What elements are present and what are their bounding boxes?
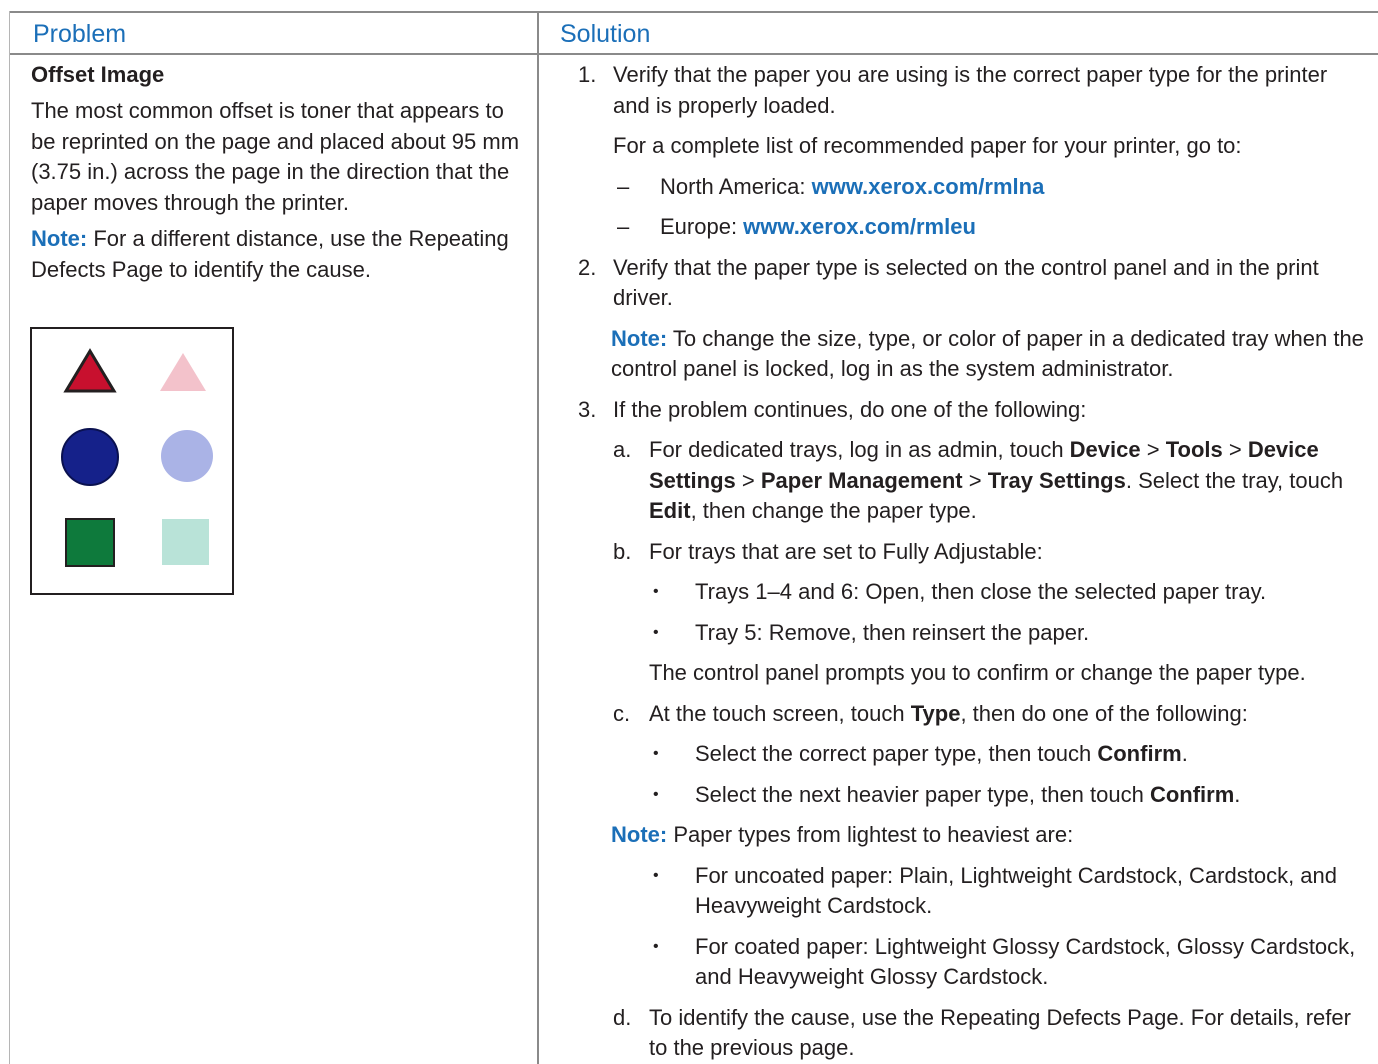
bullet-marker: • — [653, 583, 659, 600]
step-text: Verify that the paper type is selected o… — [613, 254, 1319, 311]
problem-column-header: Problem — [33, 20, 127, 48]
problem-title: Offset Image — [31, 62, 165, 87]
list-item: • For uncoated paper: Plain, Lightweight… — [649, 861, 1368, 922]
substep-marker: d. — [613, 1004, 632, 1030]
step-text: Verify that the paper you are using is t… — [613, 62, 1328, 118]
step-text: If the problem continues, do one of the … — [613, 396, 1087, 422]
substep-text: To identify the cause, use the Repeating… — [649, 1004, 1351, 1061]
list-item: – Europe: www.xerox.com/rmleu — [613, 212, 1368, 243]
edit-command: Edit — [649, 498, 691, 523]
table-left-border — [9, 11, 10, 1064]
north-america-link[interactable]: www.xerox.com/rmlna — [812, 174, 1045, 199]
bullet-marker: • — [653, 745, 659, 762]
table-top-border — [10, 11, 1378, 13]
bullet-text: Trays 1–4 and 6: Open, then close the se… — [695, 579, 1267, 604]
substep-marker: b. — [613, 538, 632, 564]
problem-note: Note: For a different distance, use the … — [31, 224, 531, 285]
triangle-icon — [63, 348, 117, 393]
table-column-divider — [537, 11, 539, 1064]
bullet-text: Select the next heavier paper type, then… — [695, 781, 1150, 807]
menu-path-paper-management: Paper Management — [760, 467, 963, 493]
menu-path-device: Device — [1069, 437, 1141, 462]
substep-text: . Select the tray, touch — [1125, 467, 1344, 493]
substep-text: , then change the paper type. — [690, 498, 977, 523]
table-header-divider — [10, 53, 1378, 55]
bullet-text-end: . — [1234, 781, 1241, 807]
note-label: Note: — [611, 325, 668, 351]
europe-link[interactable]: www.xerox.com/rmleu — [743, 214, 976, 239]
solution-step-1: 1. Verify that the paper you are using i… — [578, 60, 1368, 121]
bullet-text: Select the correct paper type, then touc… — [695, 741, 1098, 766]
region-label: Europe: — [660, 214, 744, 239]
substep-text: For dedicated trays, log in as admin, to… — [649, 437, 1070, 462]
step-number: 1. — [578, 62, 597, 87]
bullet-text: For coated paper: Lightweight Glossy Car… — [695, 933, 1356, 990]
troubleshooting-page: Problem Solution Offset Image The most c… — [0, 0, 1378, 1064]
paper-list-intro: For a complete list of recommended paper… — [613, 133, 1242, 158]
substep-b: b. For trays that are set to Fully Adjus… — [613, 537, 1368, 568]
substep-marker: c. — [613, 700, 631, 726]
bullet-marker: • — [653, 937, 659, 955]
substep-text: For trays that are set to Fully Adjustab… — [649, 538, 1043, 564]
problem-cell: Offset Image The most common offset is t… — [31, 60, 531, 291]
offset-sample-illustration — [30, 327, 234, 595]
substep-text: At the touch screen, touch — [649, 700, 911, 726]
list-item: • Tray 5: Remove, then reinsert the pape… — [649, 618, 1368, 649]
triangle-offset-icon — [160, 353, 206, 391]
step-2-note: Note: To change the size, type, or color… — [611, 324, 1368, 385]
substep-c: c. At the touch screen, touch Type, then… — [613, 699, 1368, 730]
substep-d: d. To identify the cause, use the Repeat… — [613, 1003, 1368, 1064]
solution-step-3: 3. If the problem continues, do one of t… — [578, 395, 1368, 426]
substep-b-followup: The control panel prompts you to confirm… — [649, 660, 1306, 685]
substep-marker: a. — [613, 437, 632, 462]
solution-cell: 1. Verify that the paper you are using i… — [578, 60, 1368, 1064]
dash-marker: – — [617, 173, 630, 199]
path-separator: > — [1222, 437, 1248, 462]
bullet-text: Tray 5: Remove, then reinsert the paper. — [695, 619, 1090, 645]
region-label: North America: — [660, 173, 812, 199]
square-icon — [65, 518, 115, 567]
step-number: 3. — [578, 396, 597, 422]
list-item: – North America: www.xerox.com/rmlna — [613, 172, 1368, 203]
note-label: Note: — [611, 822, 668, 847]
solution-step-2: 2. Verify that the paper type is selecte… — [578, 253, 1368, 314]
substep-text: , then do one of the following: — [960, 700, 1248, 726]
square-offset-icon — [162, 519, 209, 565]
list-item: • Select the next heavier paper type, th… — [649, 780, 1368, 811]
bullet-marker: • — [653, 866, 659, 884]
bullet-marker: • — [653, 785, 659, 803]
circle-offset-icon — [161, 430, 213, 482]
confirm-command: Confirm — [1149, 781, 1235, 807]
note-text: Paper types from lightest to heaviest ar… — [667, 822, 1074, 847]
list-item: • Select the correct paper type, then to… — [649, 739, 1368, 770]
offset-sample-graphic — [61, 348, 213, 567]
note-label: Note: — [31, 226, 88, 251]
problem-description: The most common offset is toner that app… — [31, 98, 520, 215]
paper-weight-note: Note: Paper types from lightest to heavi… — [611, 820, 1368, 851]
bullet-text-end: . — [1181, 741, 1188, 766]
confirm-command: Confirm — [1097, 741, 1182, 766]
path-separator: > — [735, 467, 761, 493]
step-number: 2. — [578, 254, 597, 280]
path-separator: > — [962, 467, 988, 493]
type-command: Type — [910, 700, 961, 726]
substep-a: a. For dedicated trays, log in as admin,… — [613, 435, 1368, 527]
menu-path-tray-settings: Tray Settings — [987, 467, 1126, 493]
list-item: • For coated paper: Lightweight Glossy C… — [649, 932, 1368, 993]
note-text: To change the size, type, or color of pa… — [611, 325, 1364, 382]
bullet-marker: • — [653, 623, 659, 641]
list-item: • Trays 1–4 and 6: Open, then close the … — [649, 577, 1368, 608]
path-separator: > — [1140, 437, 1166, 462]
bullet-text: For uncoated paper: Plain, Lightweight C… — [695, 862, 1338, 919]
menu-path-tools: Tools — [1165, 437, 1223, 462]
dash-marker: – — [617, 214, 630, 239]
solution-column-header: Solution — [560, 20, 651, 48]
circle-icon — [61, 428, 119, 486]
note-text: For a different distance, use the Repeat… — [31, 226, 509, 282]
